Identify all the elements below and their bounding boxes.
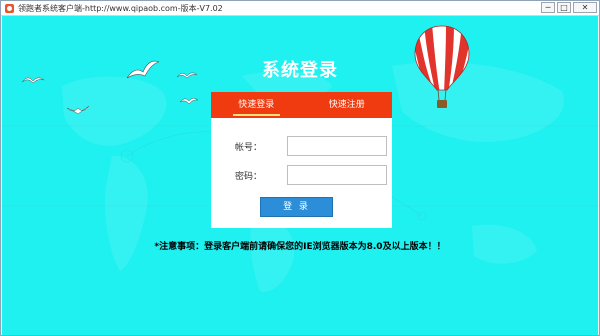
app-window: 领跑者系统客户端-http://www.qipaob.com-版本-V7.02 … (0, 0, 600, 336)
close-button[interactable]: ✕ (573, 2, 597, 13)
login-tabs: 快速登录 快速注册 (211, 92, 392, 118)
seagull-icon (180, 98, 198, 105)
account-row: 帐号： (211, 136, 392, 158)
password-label: 密码： (235, 172, 263, 182)
login-title: 系统登录 (262, 60, 338, 81)
login-screen: 系统登录 快速登录 快速注册 帐号： 密码： 登 录 *注意事项：登录客户端前请… (2, 16, 598, 335)
tab-quick-login[interactable]: 快速登录 (211, 92, 302, 118)
seagull-icon (67, 105, 89, 115)
title-bar[interactable]: 领跑者系统客户端-http://www.qipaob.com-版本-V7.02 … (1, 1, 599, 16)
password-input[interactable] (287, 165, 387, 185)
window-controls: ─ □ ✕ (539, 2, 597, 13)
login-panel: 快速登录 快速注册 帐号： 密码： 登 录 (211, 92, 392, 228)
account-input[interactable] (287, 136, 387, 156)
maximize-button[interactable]: □ (557, 2, 571, 13)
password-row: 密码： (211, 165, 392, 187)
account-label: 帐号： (235, 143, 263, 153)
app-logo-icon (5, 3, 14, 13)
tab-quick-register[interactable]: 快速注册 (302, 92, 393, 118)
window-title: 领跑者系统客户端-http://www.qipaob.com-版本-V7.02 (18, 3, 223, 13)
notice-text: *注意事项：登录客户端前请确保您的IE浏览器版本为8.0及以上版本！！ (154, 242, 446, 252)
minimize-button[interactable]: ─ (541, 2, 555, 13)
login-button[interactable]: 登 录 (260, 197, 333, 217)
